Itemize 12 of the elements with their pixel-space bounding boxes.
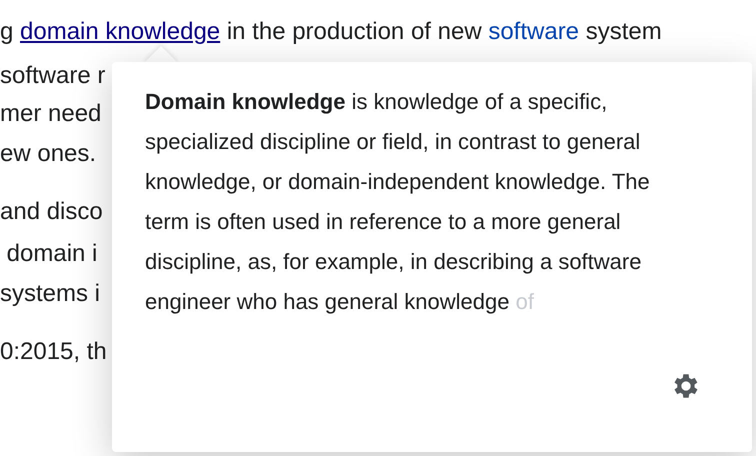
article-link[interactable]: software	[488, 18, 580, 45]
article-text: mer need	[0, 100, 102, 127]
article-text: software r	[0, 62, 106, 89]
article-link[interactable]: domain knowledge	[20, 18, 220, 45]
article-text: and disco	[0, 198, 103, 225]
article-text: systems i	[0, 280, 100, 307]
article-text: ew ones.	[0, 140, 96, 167]
article-text: 0:2015, th	[0, 338, 107, 365]
article-text: system	[584, 18, 662, 45]
article-text: in the production of new	[226, 18, 483, 45]
article-text: domain i	[6, 240, 98, 267]
article-text: g	[0, 18, 14, 45]
